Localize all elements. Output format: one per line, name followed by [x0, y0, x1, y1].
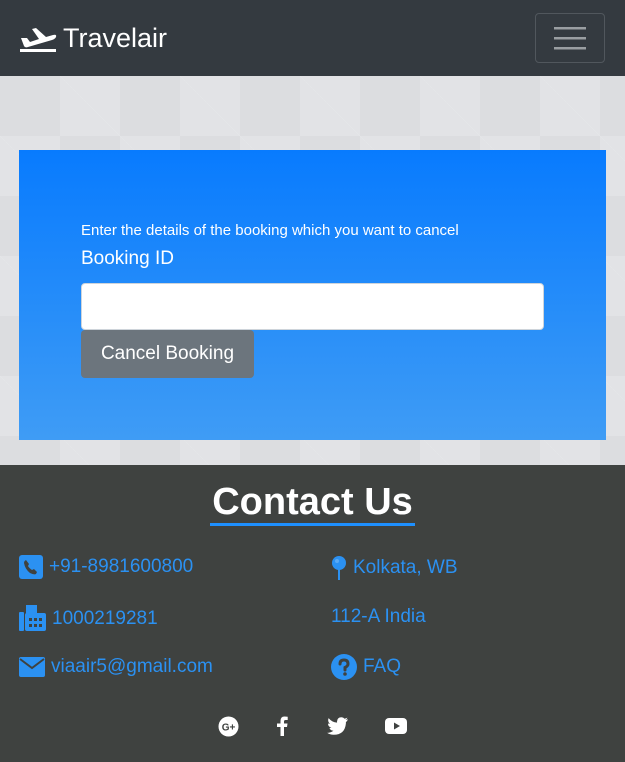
map-pin-icon [332, 556, 346, 580]
email-address: viaair5@gmail.com [51, 656, 213, 677]
fax-number: 1000219281 [52, 607, 158, 629]
booking-id-input[interactable] [81, 283, 544, 330]
navbar-toggler-button[interactable] [535, 13, 605, 63]
facebook-link[interactable] [271, 715, 293, 737]
cancel-booking-button[interactable]: Cancel Booking [81, 330, 254, 378]
hamburger-menu-icon [554, 27, 586, 50]
email-link[interactable]: viaair5@gmail.com [19, 656, 213, 678]
phone-number: +91-8981600800 [49, 556, 194, 577]
twitter-link[interactable] [326, 715, 348, 737]
google-plus-link[interactable]: G+ [217, 715, 239, 737]
booking-id-label: Booking ID [81, 248, 174, 269]
faq-label: FAQ [363, 656, 402, 677]
instruction-text: Enter the details of the booking which y… [81, 222, 459, 239]
phone-icon [19, 555, 43, 579]
fax-icon [19, 605, 46, 631]
twitter-icon [326, 717, 348, 735]
address-text: 112-A India [331, 606, 426, 627]
google-plus-icon: G+ [218, 716, 238, 736]
svg-text:G+: G+ [221, 722, 235, 733]
contact-title: Contact Us [212, 481, 413, 523]
location-text: Kolkata, WB [353, 557, 458, 578]
facebook-icon [277, 716, 288, 736]
faq-link[interactable]: FAQ [331, 654, 401, 680]
envelope-icon [19, 657, 45, 677]
brand-link[interactable]: Travelair [19, 20, 167, 56]
footer: Contact Us +91-8981600800 1000219281 via… [0, 465, 625, 762]
youtube-icon [385, 718, 407, 734]
location-link[interactable]: Kolkata, WB [331, 555, 458, 581]
title-underline [210, 523, 415, 526]
question-circle-icon [331, 654, 357, 680]
hero-section: Enter the details of the booking which y… [0, 76, 625, 465]
fax-link[interactable]: 1000219281 [19, 605, 158, 632]
brand-name: Travelair [63, 22, 168, 53]
navbar: Travelair [0, 0, 625, 76]
cancel-booking-card: Enter the details of the booking which y… [19, 150, 606, 440]
phone-link[interactable]: +91-8981600800 [19, 555, 193, 579]
plane-icon [20, 28, 57, 52]
youtube-link[interactable] [385, 715, 407, 737]
